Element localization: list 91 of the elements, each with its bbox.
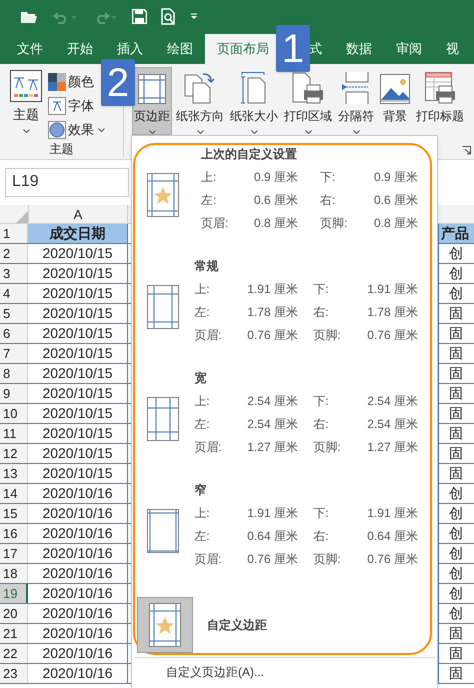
ribbon-tab[interactable]: 审阅 (384, 34, 434, 64)
table-cell: 2020/10/15 (28, 344, 128, 363)
table-cell: 2020/10/15 (28, 404, 128, 423)
font-icon (48, 97, 66, 115)
dialog-launcher-icon[interactable] (462, 146, 471, 155)
ribbon-button[interactable]: 纸张方向 (174, 67, 226, 135)
customize-caret-icon[interactable] (190, 12, 198, 20)
table-cell: 2020/10/16 (28, 584, 128, 603)
margin-preset-item[interactable]: 常规 上: 1.91 厘米 下: 1.91 厘米 左: 1.78 厘米 右: 1.78 厘米 页眉: 0.76 厘米 页脚: 0.76 厘米 (135, 257, 430, 369)
table-cell: 2020/10/15 (28, 364, 128, 383)
row-number[interactable]: 19 (0, 584, 28, 603)
ribbon-tab[interactable]: 数据 (334, 34, 384, 64)
row-number[interactable]: 22 (0, 644, 28, 663)
row-number[interactable]: 21 (0, 624, 28, 643)
ribbon-button[interactable]: 页边距 (132, 67, 172, 135)
row-number[interactable]: 14 (0, 484, 28, 503)
themes-button[interactable]: 主题 (0, 70, 48, 140)
step-number-tooltip: 1 (276, 25, 310, 72)
table-cell: 2020/10/16 (28, 544, 128, 563)
print-preview-icon[interactable] (161, 8, 176, 25)
row-number[interactable]: 11 (0, 424, 28, 443)
margin-preset-item[interactable]: 上次的自定义设置 上: 0.9 厘米 下: 0.9 厘米 左: 0.6 厘米 右: 0.6 厘米 页眉: 0.8 厘米 页脚: 0.8 厘米 (135, 145, 430, 257)
theme-option-button[interactable]: 效果 (48, 120, 105, 140)
table-cell: 2020/10/16 (28, 564, 128, 583)
paper-size-icon (241, 72, 267, 104)
table-cell: 2020/10/15 (28, 444, 128, 463)
row-number[interactable]: 6 (0, 324, 28, 343)
ribbon-button[interactable]: 背景 (378, 67, 412, 135)
row-number[interactable]: 12 (0, 444, 28, 463)
row-number[interactable]: 2 (0, 244, 28, 263)
column-header[interactable]: A (28, 205, 128, 223)
ribbon-tab[interactable]: 文件 (5, 34, 55, 64)
color-swatch-icon (48, 73, 66, 91)
row-number[interactable]: 1 (0, 224, 28, 243)
row-number[interactable]: 20 (0, 604, 28, 623)
row-number[interactable]: 7 (0, 344, 28, 363)
table-cell: 2020/10/16 (28, 664, 128, 683)
page-margins-icon (147, 397, 179, 441)
column-title-cell: 产品 (438, 224, 474, 243)
page-margins-icon (147, 285, 179, 329)
row-number[interactable]: 17 (0, 544, 28, 563)
row-number[interactable]: 8 (0, 364, 28, 383)
printer-grid-icon (425, 72, 455, 104)
table-cell: 2020/10/16 (28, 504, 128, 523)
table-cell: 2020/10/15 (28, 244, 128, 263)
row-number[interactable]: 4 (0, 284, 28, 303)
caret-icon (22, 128, 30, 132)
row-number[interactable]: 9 (0, 384, 28, 403)
margin-preset-item[interactable]: 自定义边距 (135, 597, 430, 653)
row-number[interactable]: 10 (0, 404, 28, 423)
margin-preset-item[interactable]: 宽 上: 2.54 厘米 下: 2.54 厘米 左: 2.54 厘米 右: 2.54 厘米 页眉: 1.27 厘米 页脚: 1.27 厘米 (135, 369, 430, 481)
save-icon[interactable] (132, 9, 147, 24)
step-number-tooltip: 2 (101, 59, 135, 106)
column-title-cell: 成交日期 (28, 224, 128, 243)
table-cell: 2020/10/15 (28, 264, 128, 283)
page-margins-icon (147, 509, 179, 553)
ribbon-button[interactable]: 打印标题 (414, 67, 466, 135)
custom-margins-menu-item[interactable]: 自定义页边距(A)... (166, 663, 264, 681)
ribbon-button[interactable]: 分隔符 (336, 67, 376, 135)
page-break-icon (342, 72, 370, 104)
effects-circle-icon (48, 121, 66, 139)
ribbon-tab[interactable]: 视 (434, 34, 471, 64)
row-number[interactable]: 13 (0, 464, 28, 483)
table-cell: 2020/10/15 (28, 424, 128, 443)
row-number[interactable]: 5 (0, 304, 28, 323)
row-number[interactable]: 23 (0, 664, 28, 683)
table-cell: 2020/10/15 (28, 324, 128, 343)
row-number[interactable]: 3 (0, 264, 28, 283)
caret-icon (98, 128, 105, 132)
folder-icon[interactable] (20, 10, 38, 24)
ribbon-tab[interactable]: 绘图 (155, 34, 205, 64)
table-cell: 2020/10/16 (28, 644, 128, 663)
printer-icon (292, 72, 324, 104)
row-number[interactable]: 16 (0, 524, 28, 543)
row-number[interactable]: 18 (0, 564, 28, 583)
table-cell: 2020/10/16 (28, 524, 128, 543)
themes-icon (10, 70, 42, 102)
table-cell: 2020/10/16 (28, 624, 128, 643)
table-cell: 2020/10/16 (28, 484, 128, 503)
table-cell: 2020/10/15 (28, 464, 128, 483)
landscape-image-icon (380, 74, 410, 104)
table-cell: 2020/10/15 (28, 384, 128, 403)
table-cell: 2020/10/15 (28, 304, 128, 323)
table-cell: 2020/10/15 (28, 284, 128, 303)
name-box[interactable]: L19 (5, 168, 129, 196)
group-label: 主题 (50, 141, 74, 158)
row-number[interactable]: 15 (0, 504, 28, 523)
margin-preset-item[interactable]: 窄 上: 1.91 厘米 下: 1.91 厘米 左: 0.64 厘米 右: 0.64 厘米 页眉: 0.76 厘米 页脚: 0.76 厘米 (135, 481, 430, 593)
table-cell: 2020/10/16 (28, 604, 128, 623)
page-rotate-icon (184, 72, 216, 104)
page-margins-icon (138, 74, 166, 104)
